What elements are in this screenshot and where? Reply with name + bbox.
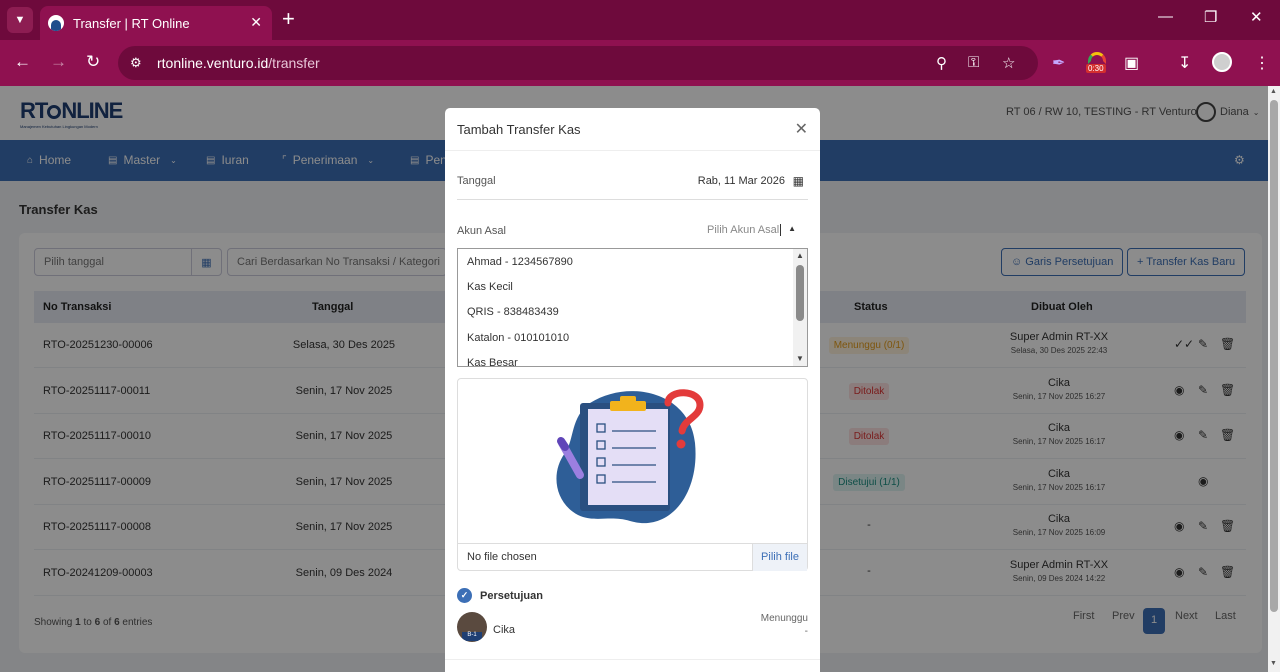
browser-tab[interactable]: Transfer | RT Online ✕ — [40, 6, 272, 40]
akun-asal-label: Akun Asal — [457, 225, 506, 237]
forward-icon[interactable]: → — [50, 52, 67, 72]
url-text: rtonline.venturo.id/transfer — [157, 55, 320, 71]
modal-footer-divider — [445, 659, 820, 660]
zoom-icon[interactable]: ⚲ — [936, 54, 947, 72]
profile-avatar-icon[interactable] — [1212, 52, 1232, 72]
akun-asal-dropdown[interactable]: Ahmad - 1234567890 Kas Kecil QRIS - 8384… — [457, 248, 808, 367]
reload-icon[interactable]: ↻ — [86, 52, 100, 72]
option-kas-besar[interactable]: Kas Besar — [467, 357, 518, 366]
timer-badge-text: 0:30 — [1086, 64, 1106, 73]
tanggal-field[interactable]: Tanggal Rab, 11 Mar 2026 ▦ — [457, 164, 808, 200]
tanggal-label: Tanggal — [457, 175, 496, 187]
clipboard-question-illustration — [556, 389, 704, 524]
approval-section-title: ✓ Persetujuan — [457, 588, 543, 603]
tanggal-value: Rab, 11 Mar 2026 — [697, 175, 785, 187]
akun-asal-select[interactable]: Akun Asal Pilih Akun Asal ▲ — [457, 216, 808, 246]
option-kas-kecil[interactable]: Kas Kecil — [467, 281, 513, 293]
site-info-icon[interactable]: ⚙ — [130, 55, 142, 71]
back-icon[interactable]: ← — [14, 52, 31, 72]
address-bar: ← → ↻ ⚙ rtonline.venturo.id/transfer ⚲ ⚿… — [0, 40, 1280, 86]
approver-avatar: B-1 — [457, 612, 487, 642]
close-icon[interactable]: ✕ — [795, 119, 808, 139]
password-key-icon[interactable]: ⚿ — [968, 54, 979, 71]
restore-icon[interactable]: ❐ — [1204, 8, 1217, 26]
chevron-up-icon[interactable]: ▲ — [788, 224, 796, 233]
window-close-icon[interactable]: ✕ — [1250, 8, 1263, 26]
approver-name: Cika — [493, 624, 516, 636]
timer-extension-icon[interactable]: 0:30 — [1086, 52, 1108, 76]
option-katalon[interactable]: Katalon - 010101010 — [467, 332, 569, 344]
akun-asal-input[interactable]: Pilih Akun Asal — [707, 224, 782, 236]
download-icon[interactable]: ↧ — [1178, 53, 1191, 73]
extensions-puzzle-icon[interactable]: ▣ — [1124, 53, 1139, 73]
option-ahmad[interactable]: Ahmad - 1234567890 — [467, 256, 573, 268]
browser-menu-icon[interactable]: ⋮ — [1254, 53, 1270, 73]
dropdown-scrollbar[interactable]: ▲ ▼ — [793, 249, 807, 366]
url-field[interactable]: ⚙ rtonline.venturo.id/transfer ⚲ ⚿ ☆ — [118, 46, 1038, 80]
file-name: No file chosen — [467, 551, 537, 563]
url-path: /transfer — [268, 55, 320, 71]
close-tab-icon[interactable]: ✕ — [250, 14, 262, 31]
tab-search-icon[interactable]: ▼ — [7, 7, 33, 33]
browser-tab-bar: ▼ Transfer | RT Online ✕ + — ❐ ✕ — [0, 0, 1280, 40]
new-tab-icon[interactable]: + — [282, 6, 295, 32]
approver-status: Menunggu - — [760, 613, 808, 637]
bookmark-star-icon[interactable]: ☆ — [1002, 54, 1015, 72]
check-circle-icon: ✓ — [457, 588, 472, 603]
file-input[interactable]: No file chosen Pilih file — [458, 543, 807, 571]
site-favicon-icon — [48, 15, 64, 31]
page-scrollbar[interactable]: ▲ ▼ — [1268, 86, 1280, 672]
option-qris[interactable]: QRIS - 838483439 — [467, 306, 559, 318]
minimize-icon[interactable]: — — [1158, 8, 1173, 25]
tab-title: Transfer | RT Online — [73, 15, 190, 31]
url-host: rtonline.venturo.id — [157, 55, 269, 71]
modal-header: Tambah Transfer Kas ✕ — [445, 108, 820, 151]
feather-extension-icon[interactable]: ✒ — [1052, 53, 1065, 73]
modal-title: Tambah Transfer Kas — [457, 122, 581, 137]
calendar-icon[interactable]: ▦ — [793, 174, 804, 188]
add-transfer-modal: Tambah Transfer Kas ✕ Tanggal Rab, 11 Ma… — [445, 108, 820, 672]
approver-item: B-1 Cika Menunggu - — [457, 612, 808, 644]
file-upload-area[interactable]: No file chosen Pilih file — [457, 378, 808, 571]
choose-file-button[interactable]: Pilih file — [752, 544, 807, 571]
